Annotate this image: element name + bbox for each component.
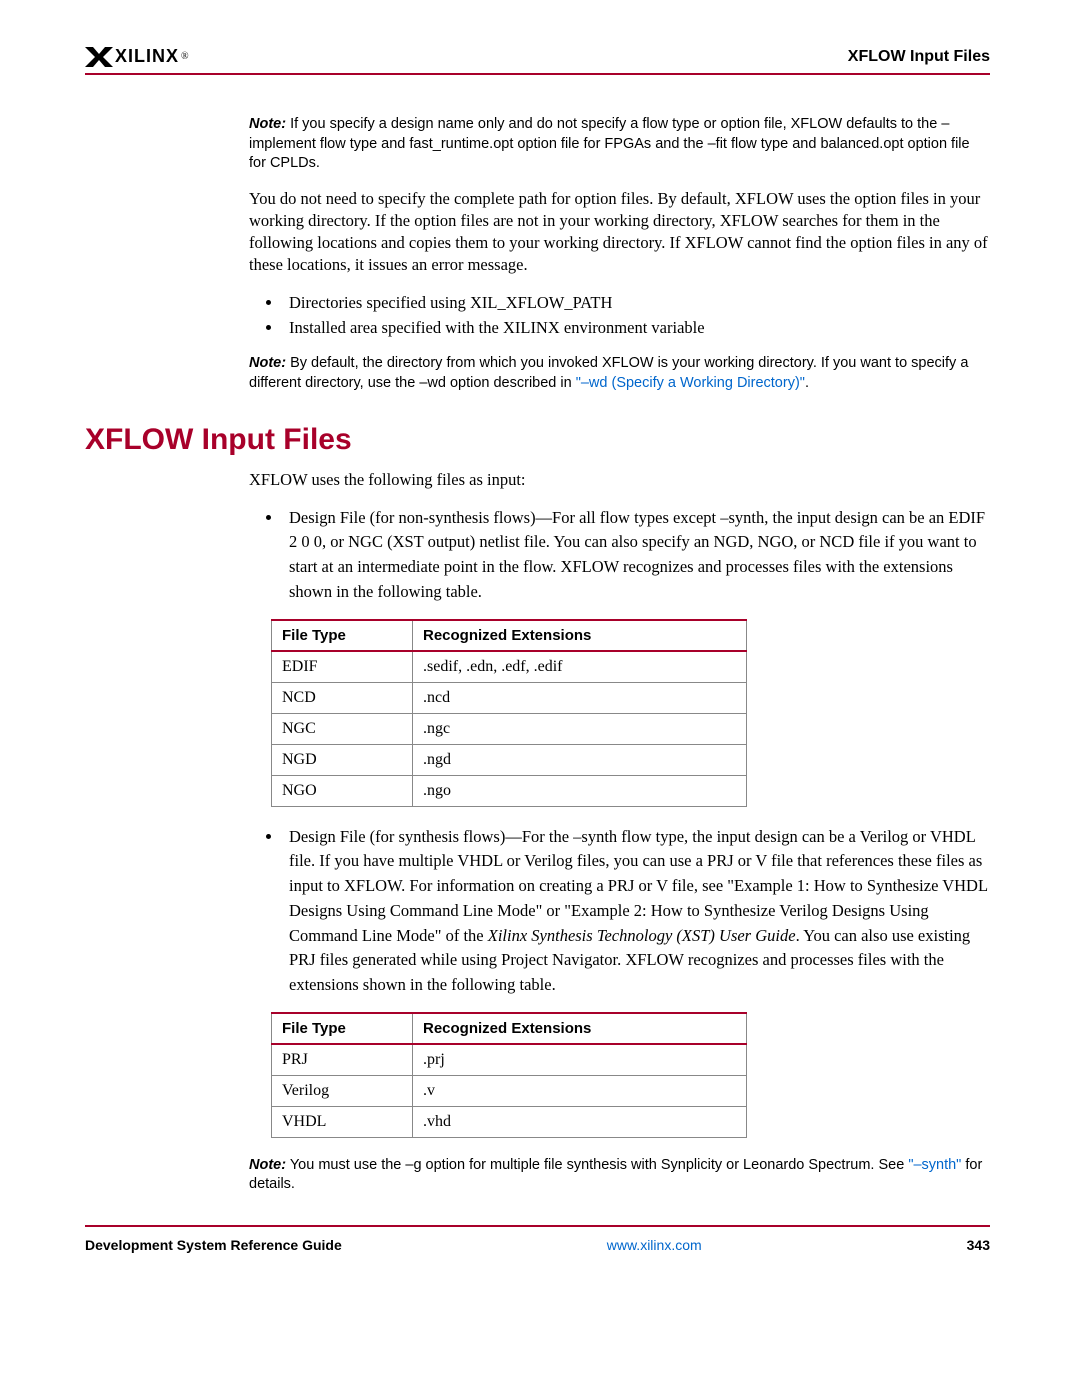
table-row: NGC.ngc <box>272 713 747 744</box>
xilinx-logo-icon <box>85 47 113 67</box>
list-item-design-nonsynth: Design File (for non-synthesis flows)—Fo… <box>283 506 990 605</box>
footer-page-number: 343 <box>967 1237 990 1253</box>
note-text: If you specify a design name only and do… <box>249 116 970 171</box>
list-item: Installed area specified with the XILINX… <box>283 316 990 341</box>
bullet-list-2: Design File (for non-synthesis flows)—Fo… <box>249 506 990 605</box>
logo-text: XILINX <box>115 46 179 67</box>
note-3: Note: You must use the –g option for mul… <box>249 1156 990 1195</box>
logo-registered: ® <box>181 51 189 62</box>
wd-link[interactable]: "–wd (Specify a Working Directory)" <box>576 375 805 391</box>
footer-url[interactable]: www.xilinx.com <box>607 1237 702 1253</box>
note-label: Note: <box>249 116 286 132</box>
header-title: XFLOW Input Files <box>848 48 990 66</box>
page-header: XILINX ® XFLOW Input Files <box>85 46 990 75</box>
paragraph-2: XFLOW uses the following files as input: <box>249 469 990 491</box>
note-text-after: . <box>805 375 809 391</box>
extensions-table-1: File Type Recognized Extensions EDIF.sed… <box>271 619 747 807</box>
note-1: Note: If you specify a design name only … <box>249 115 990 174</box>
table-row: EDIF.sedif, .edn, .edf, .edif <box>272 651 747 683</box>
content-block-2: XFLOW uses the following files as input:… <box>249 469 990 1195</box>
table-row: NGO.ngo <box>272 775 747 806</box>
table-row: NGD.ngd <box>272 744 747 775</box>
table-header: File Type <box>272 620 413 651</box>
page-footer: Development System Reference Guide www.x… <box>85 1225 990 1253</box>
xilinx-logo: XILINX ® <box>85 46 189 67</box>
note-text-before: You must use the –g option for multiple … <box>290 1157 908 1173</box>
list-item-design-synth: Design File (for synthesis flows)—For th… <box>283 825 990 998</box>
bullet-list-3: Design File (for synthesis flows)—For th… <box>249 825 990 998</box>
list-item: Directories specified using XIL_XFLOW_PA… <box>283 291 990 316</box>
synth-link[interactable]: "–synth" <box>908 1157 961 1173</box>
table-row: PRJ.prj <box>272 1044 747 1076</box>
paragraph-1: You do not need to specify the complete … <box>249 188 990 277</box>
note-label: Note: <box>249 355 286 371</box>
table-row: Verilog.v <box>272 1075 747 1106</box>
table-header: Recognized Extensions <box>413 620 747 651</box>
table-header: Recognized Extensions <box>413 1013 747 1044</box>
table-row: NCD.ncd <box>272 682 747 713</box>
extensions-table-2: File Type Recognized Extensions PRJ.prj … <box>271 1012 747 1138</box>
page-container: XILINX ® XFLOW Input Files Note: If you … <box>0 0 1080 1293</box>
bullet-list-1: Directories specified using XIL_XFLOW_PA… <box>249 291 990 341</box>
note-2: Note: By default, the directory from whi… <box>249 354 990 393</box>
content-block-1: Note: If you specify a design name only … <box>249 115 990 393</box>
table-header: File Type <box>272 1013 413 1044</box>
table-row: VHDL.vhd <box>272 1106 747 1137</box>
note-label: Note: <box>249 1157 286 1173</box>
footer-doc-title: Development System Reference Guide <box>85 1237 342 1253</box>
section-heading: XFLOW Input Files <box>85 423 990 457</box>
